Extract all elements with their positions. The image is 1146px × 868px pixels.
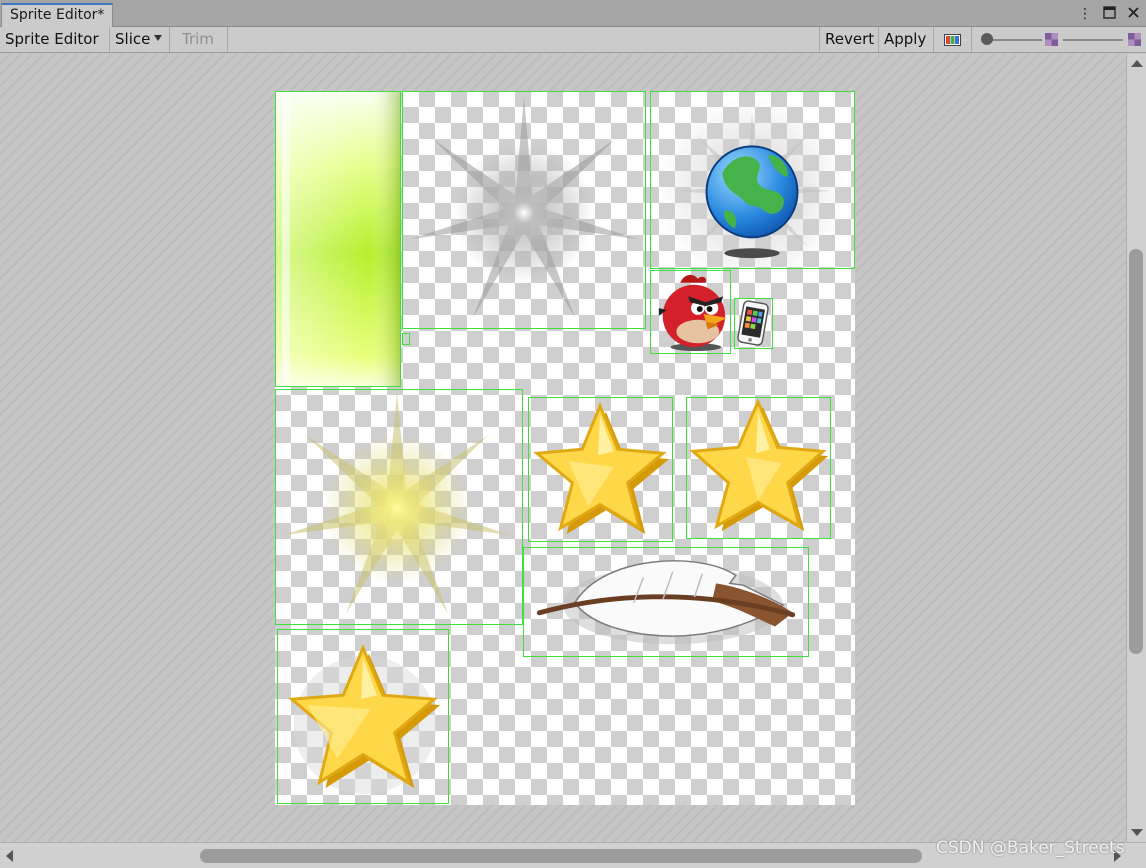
sprite-small-dot[interactable] [402, 333, 410, 345]
slice-dropdown[interactable]: Slice [110, 27, 170, 52]
kebab-icon[interactable]: ⋮ [1078, 6, 1092, 22]
tab-bar: Sprite Editor* ⋮ [0, 0, 1146, 28]
sprite-yellow-glow[interactable] [275, 389, 523, 625]
watermark: CSDN @Baker_Streets [936, 838, 1125, 858]
trim-button[interactable]: Trim [170, 27, 228, 52]
sprite-star-a[interactable] [528, 397, 673, 542]
sprite-phone[interactable] [734, 298, 773, 349]
scroll-left-icon[interactable] [6, 850, 13, 862]
sprite-white-glow[interactable] [402, 91, 646, 329]
sprite-star-b[interactable] [686, 397, 831, 539]
revert-button[interactable]: Revert [819, 27, 879, 52]
checker-small-icon [1045, 33, 1058, 46]
sprite-earth[interactable] [650, 91, 855, 269]
rgb-channel-icon[interactable] [934, 27, 972, 52]
sprite-sheet[interactable] [275, 91, 855, 805]
maximize-icon[interactable] [1102, 6, 1116, 22]
zoom-slider[interactable] [1063, 39, 1123, 41]
toolbar: Sprite Editor Slice Trim Revert Apply [0, 27, 1146, 66]
apply-button[interactable]: Apply [879, 27, 934, 52]
scroll-up-icon[interactable] [1131, 60, 1143, 67]
horizontal-scroll-thumb[interactable] [200, 849, 922, 863]
checker-large-icon [1128, 33, 1141, 46]
scroll-down-icon[interactable] [1131, 829, 1143, 836]
vertical-scroll-thumb[interactable] [1129, 249, 1143, 654]
mip-level-slider-handle[interactable] [981, 33, 993, 45]
vertical-scrollbar[interactable] [1126, 54, 1146, 842]
sprite-red-bird[interactable] [650, 270, 731, 354]
sprite-feather[interactable] [523, 547, 809, 657]
mode-dropdown[interactable]: Sprite Editor [0, 27, 110, 66]
window-controls: ⋮ [1078, 4, 1140, 24]
sprite-green-bar[interactable] [275, 91, 401, 387]
slice-dropdown-label: Slice [115, 30, 151, 48]
mode-dropdown-label: Sprite Editor [5, 30, 99, 48]
tab-sprite-editor[interactable]: Sprite Editor* [1, 3, 114, 28]
chevron-down-icon [154, 34, 163, 41]
sprite-star-c[interactable] [277, 629, 449, 804]
close-icon[interactable] [1126, 6, 1140, 22]
